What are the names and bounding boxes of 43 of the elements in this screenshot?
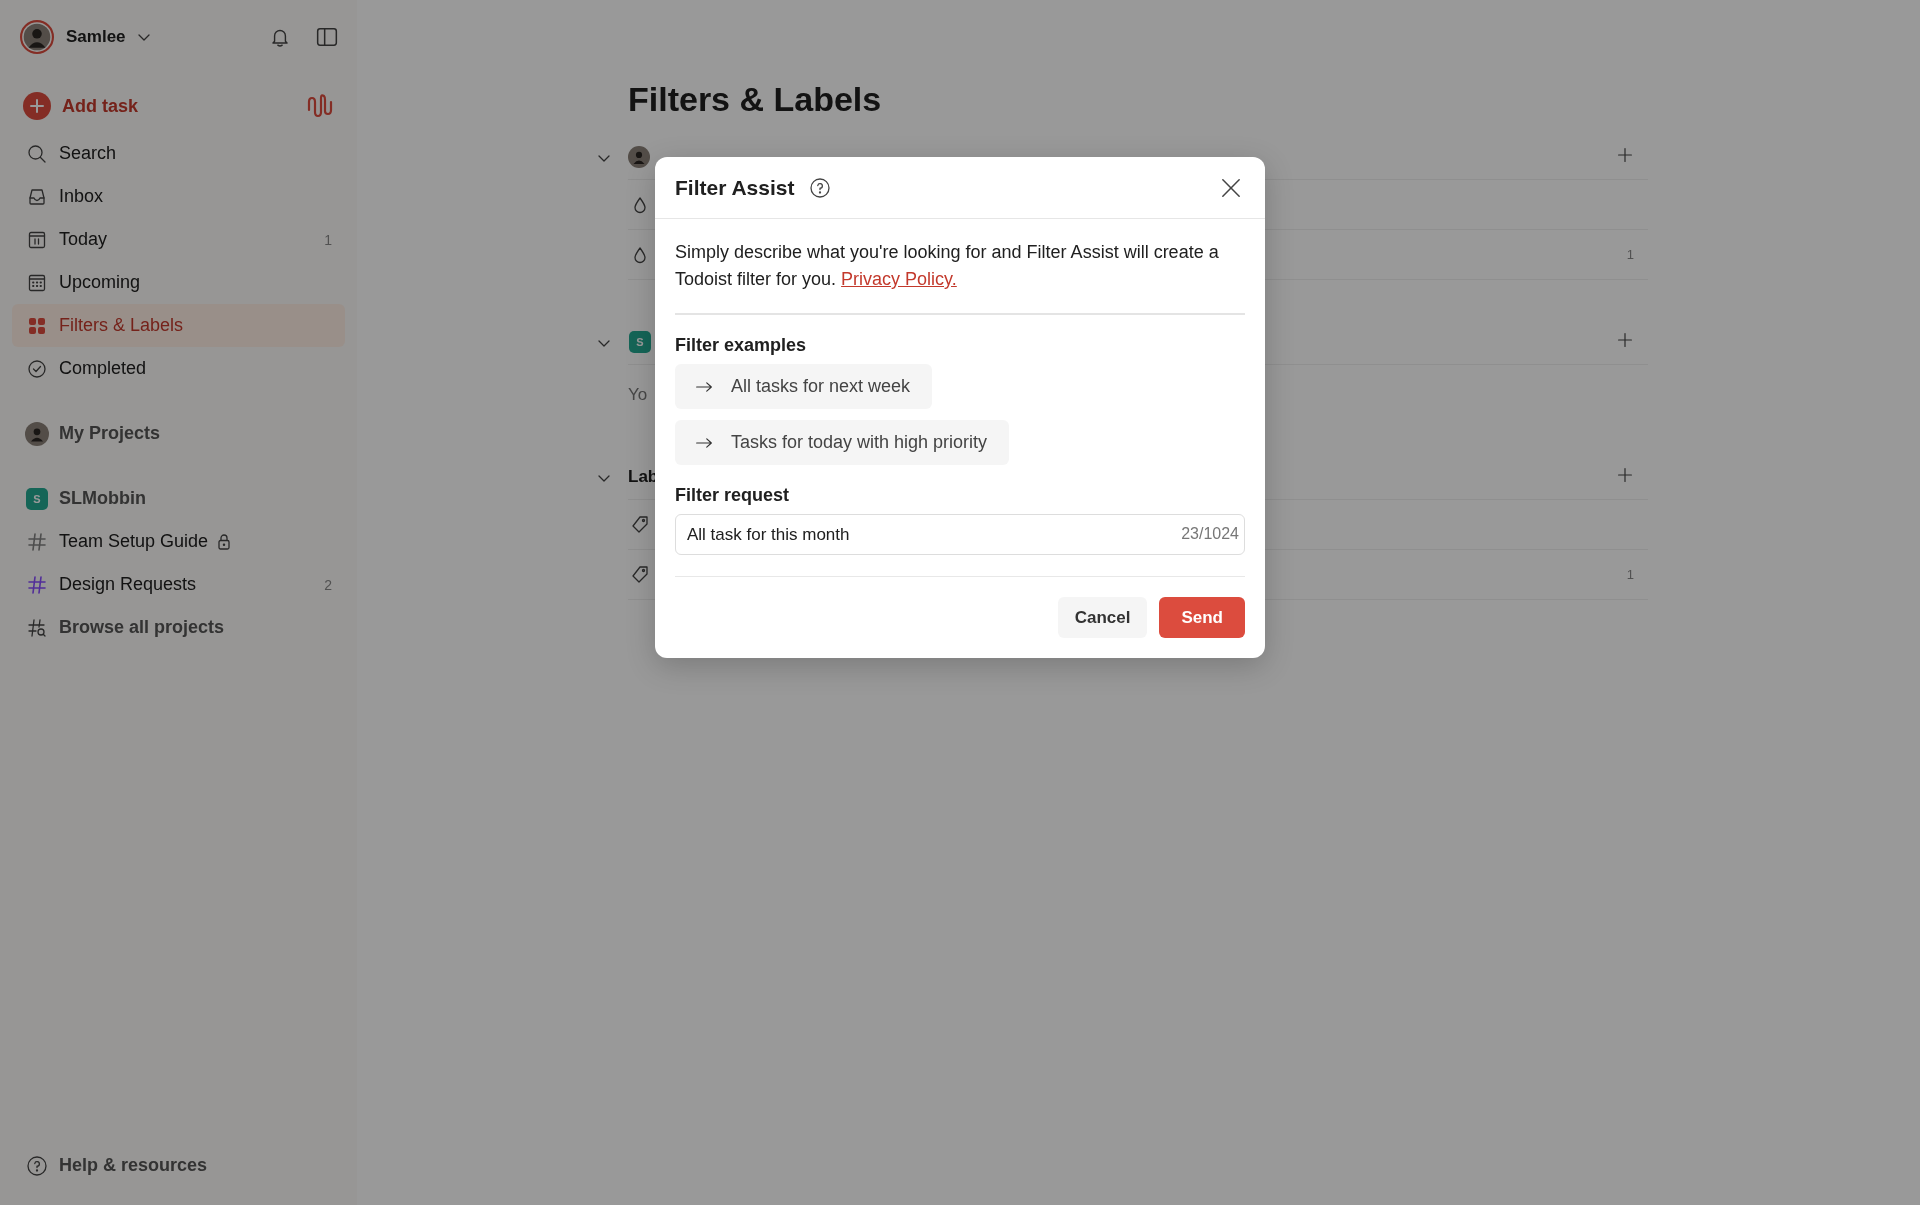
page-title: Filters & Labels <box>628 80 883 119</box>
chevron-icon <box>598 340 610 347</box>
help-icon <box>808 175 833 200</box>
workspace-badge: S <box>26 487 48 510</box>
dialog-title: Filter Assist <box>675 175 795 200</box>
section-heading: Filter request <box>675 485 791 506</box>
sidebar-item[interactable]: Inbox <box>12 175 345 218</box>
sidebar-item[interactable]: Filters & Labels <box>12 304 345 347</box>
user-name[interactable]: Samlee <box>66 27 126 47</box>
help-icon <box>25 1153 49 1178</box>
send-button[interactable]: Send <box>1159 597 1245 638</box>
sidebar-item[interactable]: Search <box>12 132 345 175</box>
privacy-policy-link[interactable]: Privacy Policy. <box>841 269 957 289</box>
waveform-icon[interactable] <box>307 92 333 120</box>
plus-circle-icon <box>23 92 51 120</box>
my-projects-link[interactable]: My Projects <box>12 412 345 455</box>
workspace-link[interactable]: S SLMobbin <box>12 477 345 520</box>
section-heading: Filter examples <box>675 335 808 356</box>
example-button[interactable]: Tasks for today with high priority <box>675 420 1010 465</box>
item-count: 2 <box>324 576 332 593</box>
browse-projects-link[interactable]: Browse all projects <box>12 606 345 649</box>
example-button[interactable]: All tasks for next week <box>675 364 933 409</box>
help-link[interactable]: Help & resources <box>12 1144 345 1187</box>
char-counter: 23/1024 <box>1181 525 1239 543</box>
project-item[interactable]: Design Requests 2 <box>12 563 345 606</box>
avatar-icon <box>628 146 650 168</box>
sidebar-item[interactable]: Today 1 <box>12 218 345 261</box>
cancel-button[interactable]: Cancel <box>1057 597 1148 638</box>
workspace-badge: S <box>629 331 651 353</box>
chevron-icon <box>598 155 610 162</box>
sidebar-item[interactable]: Completed <box>12 347 345 390</box>
avatar-icon <box>20 20 54 54</box>
sidebar-item[interactable]: Upcoming <box>12 261 345 304</box>
row-count: 1 <box>1626 567 1634 582</box>
dialog-description: Simply describe what you're looking for and Filter Assist will create a Todoist filter for you. Privacy Policy. <box>675 239 1245 315</box>
item-count: 1 <box>324 231 332 248</box>
chevron-icon <box>598 475 610 482</box>
project-item[interactable]: Team Setup Guide <box>12 520 345 563</box>
chevron-icon <box>137 33 150 41</box>
section-note: Yo <box>628 385 648 405</box>
row-count: 1 <box>1626 247 1634 262</box>
avatar-icon <box>25 421 49 446</box>
add-task-button[interactable]: Add task <box>23 92 139 120</box>
